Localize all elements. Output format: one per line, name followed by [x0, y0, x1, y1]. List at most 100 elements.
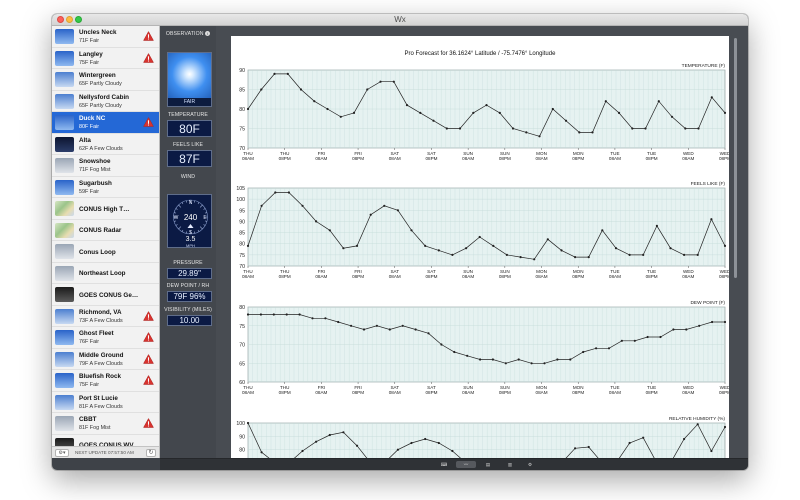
location-thumbnail — [55, 179, 74, 195]
location-thumbnail — [55, 136, 74, 152]
data-point — [315, 220, 318, 223]
warning-icon[interactable] — [143, 31, 154, 41]
refresh-icon[interactable]: ↻ — [146, 449, 156, 457]
chart-title: DEW POINT (F) — [690, 300, 725, 306]
bottom-toolbar: ⌨ 〰 ▤ ▥ ⚙ — [160, 458, 748, 470]
x-tick-label: 08AM — [389, 156, 401, 161]
x-tick-label: 08PM — [499, 274, 511, 279]
sidebar-item[interactable]: CONUS Radar — [52, 220, 159, 241]
warning-icon[interactable] — [143, 117, 154, 127]
warning-icon[interactable] — [143, 353, 154, 364]
location-thumbnail — [55, 93, 74, 109]
data-point — [410, 441, 413, 445]
location-name: Richmond, VA — [79, 308, 122, 316]
x-tick-label: 08PM — [352, 390, 364, 395]
location-name: CONUS High T… — [79, 205, 130, 213]
data-point — [519, 256, 522, 259]
data-point — [711, 320, 714, 324]
sidebar-item[interactable]: Duck NC 80F Fair — [52, 112, 159, 134]
table-icon[interactable]: ▤ — [482, 461, 494, 468]
data-point — [287, 191, 290, 194]
sidebar-item[interactable]: Alta 62F A Few Clouds — [52, 134, 159, 155]
sidebar-item[interactable]: CBBT 81F Fog Mist — [52, 413, 159, 435]
warning-icon[interactable] — [143, 52, 154, 63]
data-point — [326, 107, 329, 111]
sidebar-item[interactable]: Snowshoe 71F Fog Mist — [52, 155, 159, 177]
x-tick-label: 08PM — [499, 156, 511, 161]
pressure-value: 29.89" — [167, 268, 212, 279]
x-tick-label: 08AM — [609, 390, 621, 395]
sidebar-item[interactable]: Sugarbush 59F Fair — [52, 177, 159, 198]
data-point — [355, 244, 359, 247]
bars-icon[interactable]: ▥ — [504, 461, 516, 468]
data-point — [655, 224, 658, 227]
data-point — [375, 324, 378, 327]
data-point — [260, 451, 263, 454]
sidebar-item[interactable]: CONUS High T… — [52, 198, 159, 220]
dewpoint-rh-value: 79F 96% — [167, 291, 212, 302]
location-thumbnail — [55, 72, 74, 87]
location-condition: 71F Fair — [79, 38, 100, 44]
sidebar-item[interactable]: Nellysford Cabin 65F Partly Cloudy — [52, 91, 159, 112]
data-point — [328, 229, 331, 232]
sidebar-item[interactable]: Northeast Loop — [52, 263, 159, 284]
y-tick-label: 100 — [236, 197, 245, 203]
sidebar-item[interactable]: Wintergreen 65F Partly Cloudy — [52, 69, 159, 91]
data-point — [698, 324, 701, 327]
sidebar-item[interactable]: GOES CONUS Ge… — [52, 284, 159, 306]
x-tick-label: 08PM — [352, 156, 364, 161]
sidebar-item[interactable]: Port St Lucie 81F A Few Clouds — [52, 392, 159, 413]
wind-unit: MPH — [186, 243, 195, 248]
app-window: Wx Uncles Neck 71F Fair Langley 75F Fair Win… — [52, 14, 748, 470]
x-tick-label: 08PM — [719, 274, 729, 279]
data-point — [366, 88, 369, 91]
x-tick-label: 08PM — [646, 274, 658, 279]
warning-icon[interactable] — [143, 332, 154, 342]
data-point — [517, 358, 520, 361]
data-point — [604, 100, 607, 103]
data-point — [633, 339, 636, 342]
next-update-label: NEXT UPDATE 07:57:50 AM — [75, 450, 134, 455]
condition-image: FAIR — [167, 52, 212, 107]
x-tick-label: 08AM — [462, 274, 474, 279]
chart-title: RELATIVE HUMIDITY (%) — [669, 416, 725, 422]
location-name: CONUS Radar — [79, 227, 122, 234]
sidebar-item[interactable]: Langley 75F Fair — [52, 48, 159, 69]
keyboard-icon[interactable]: ⌨ — [438, 461, 450, 468]
sidebar-item[interactable]: Ghost Fleet 76F Fair — [52, 327, 159, 349]
sidebar-item[interactable]: Uncles Neck 71F Fair — [52, 26, 159, 48]
location-thumbnail — [55, 201, 74, 216]
warning-icon[interactable] — [143, 310, 154, 321]
y-tick-label: 80 — [239, 448, 245, 454]
data-point — [301, 204, 304, 207]
sidebar-item[interactable]: Bluefish Rock 75F Fair — [52, 370, 159, 392]
wind-direction-value: 240 — [184, 213, 198, 222]
warning-icon[interactable] — [143, 375, 154, 385]
data-point — [458, 127, 462, 130]
data-point — [642, 436, 645, 439]
data-point — [246, 421, 250, 425]
x-tick-label: 08PM — [425, 156, 437, 161]
window-title: Wx — [394, 15, 406, 24]
data-point — [723, 244, 727, 247]
gear-icon[interactable]: ⚙▾ — [55, 449, 69, 457]
settings-icon[interactable]: ⚙ — [524, 461, 536, 468]
sidebar-item[interactable]: Conus Loop — [52, 241, 159, 263]
vertical-scrollbar[interactable] — [733, 36, 739, 458]
data-point — [445, 127, 448, 130]
scrollbar-thumb[interactable] — [734, 38, 737, 278]
data-point — [311, 317, 314, 320]
temperature-value: 80F — [167, 120, 212, 137]
info-icon[interactable]: i — [205, 31, 211, 36]
data-point — [313, 100, 316, 103]
sidebar-item[interactable]: Richmond, VA 73F A Few Clouds — [52, 306, 159, 327]
y-tick-label: 80 — [239, 305, 245, 311]
x-tick-label: 08AM — [242, 274, 254, 279]
sidebar-item[interactable]: Middle Ground 79F A Few Clouds — [52, 349, 159, 370]
forecast-charts: Pro Forecast for 36.1624° Latitude / -75… — [236, 51, 729, 458]
data-point — [659, 335, 662, 339]
data-point — [362, 328, 366, 331]
warning-icon[interactable] — [143, 418, 154, 428]
chart-view-button[interactable]: 〰 — [456, 461, 476, 468]
x-tick-label: 08AM — [315, 390, 327, 395]
